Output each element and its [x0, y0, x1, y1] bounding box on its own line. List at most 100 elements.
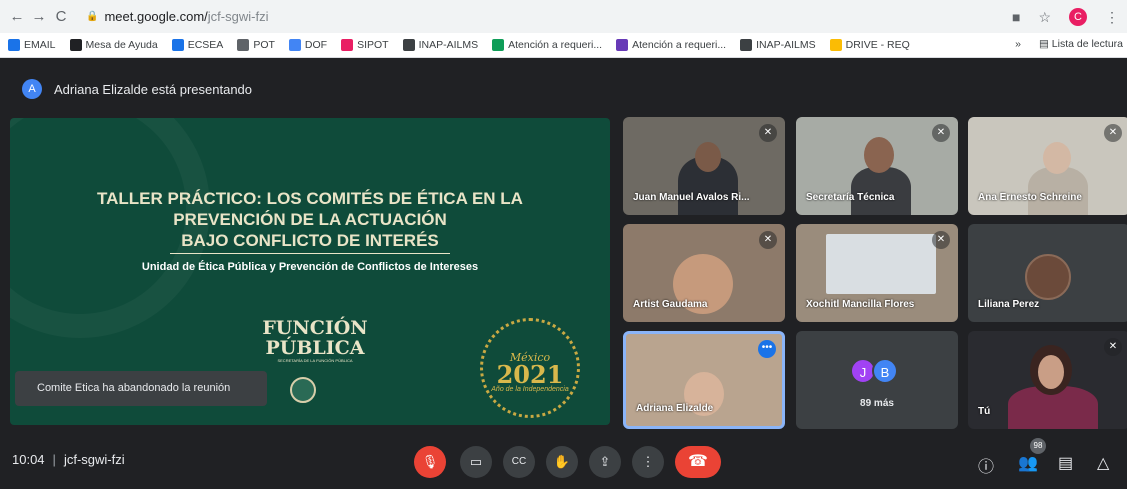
participant-name: Juan Manuel Avalos Ri...	[633, 192, 750, 203]
bookmark-icon	[341, 39, 354, 51]
bookmark-label: Atención a requeri...	[508, 39, 603, 51]
slide-divider	[170, 253, 450, 254]
meeting-time: 10:04	[12, 452, 45, 467]
bookmark-item[interactable]: DOF	[288, 39, 328, 51]
info-icon[interactable]: ⓘ	[978, 453, 994, 477]
participant-bubbles: J B	[850, 358, 898, 384]
participant-head	[1043, 142, 1071, 174]
menu-icon[interactable]: ⋮	[1105, 9, 1119, 26]
present-button[interactable]: ⇪	[589, 446, 621, 478]
presenter-avatar: A	[22, 79, 42, 99]
bookmark-icon	[8, 39, 20, 51]
mic-off-icon: ✕	[759, 124, 777, 142]
captions-button[interactable]: CC	[503, 446, 535, 478]
bookmark-icon	[402, 39, 415, 51]
people-count-badge: 98	[1030, 438, 1046, 454]
people-icon[interactable]: 👥	[1018, 453, 1038, 473]
bookmark-item[interactable]: Atención a requeri...	[616, 39, 726, 51]
participant-name: Adriana Elizalde	[636, 403, 714, 414]
lock-icon: 🔒	[86, 11, 99, 22]
raise-hand-button[interactable]: ✋	[546, 446, 578, 478]
participant-name: Tú	[978, 406, 991, 417]
mic-off-icon: ✕	[932, 124, 950, 142]
bookmark-label: INAP-AILMS	[418, 39, 479, 51]
more-options-icon[interactable]: •••	[758, 340, 776, 358]
bookmark-label: DRIVE - REQ	[845, 39, 910, 51]
more-participants-label: 89 más	[860, 398, 894, 409]
forward-icon[interactable]: →	[28, 8, 50, 25]
meeting-separator: |	[52, 452, 56, 467]
camera-button[interactable]: ▭	[460, 446, 492, 478]
back-icon[interactable]: ←	[6, 8, 28, 25]
slide-title-line: BAJO CONFLICTO DE INTERÉS	[181, 231, 439, 250]
activities-icon[interactable]: △	[1097, 453, 1109, 473]
bookmark-icon	[740, 39, 753, 51]
mexico-2021-badge: México 2021 Año de la Independencia	[480, 318, 580, 418]
participant-photo	[851, 167, 911, 215]
participant-tile[interactable]: ✕ Xochitl Mancilla Flores	[796, 224, 958, 322]
mic-off-icon: ✕	[1104, 338, 1122, 356]
self-face	[1038, 355, 1064, 389]
self-tile[interactable]: ✕ Tú	[968, 331, 1127, 429]
end-call-button[interactable]: ☎	[675, 446, 721, 478]
reload-icon[interactable]: C	[50, 8, 72, 25]
logo-line2: PÚBLICA	[265, 337, 365, 359]
bookmark-label: SIPOT	[357, 39, 389, 51]
camera-icon[interactable]: ■	[1012, 9, 1020, 25]
bookmarks-overflow-button[interactable]: »	[1015, 38, 1021, 50]
participant-tile[interactable]: ••• Adriana Elizalde	[623, 331, 785, 429]
participant-tile[interactable]: ✕ Ana Ernesto Schreine	[968, 117, 1127, 215]
bookmark-label: INAP-AILMS	[756, 39, 816, 51]
notification-toast: Comite Etica ha abandonado la reunión	[15, 371, 267, 406]
bookmark-item[interactable]: Atención a requeri...	[492, 39, 602, 51]
url-path: jcf-sgwi-fzi	[207, 9, 269, 24]
bookmark-label: Mesa de Ayuda	[85, 39, 158, 51]
bookmark-label: EMAIL	[24, 39, 56, 51]
bookmark-item[interactable]: INAP-AILMS	[402, 39, 479, 51]
bookmark-item[interactable]: POT	[237, 39, 275, 51]
star-icon[interactable]: ☆	[1038, 9, 1051, 26]
participant-tile[interactable]: ✕ Artist Gaudama	[623, 224, 785, 322]
participant-tile[interactable]: ✕ Secretaría Técnica	[796, 117, 958, 215]
participant-name: Liliana Perez	[978, 299, 1040, 310]
more-options-button[interactable]: ⋮	[632, 446, 664, 478]
presenter-bar: A Adriana Elizalde está presentando	[0, 72, 1127, 106]
browser-toolbar: ← → C 🔒 meet.google.com/jcf-sgwi-fzi ■ ☆…	[0, 0, 1127, 33]
profile-avatar[interactable]: C	[1069, 8, 1087, 26]
mic-off-button[interactable]: 🎙	[414, 446, 446, 478]
mic-off-icon: ✕	[759, 231, 777, 249]
bookmark-label: ECSEA	[187, 39, 224, 51]
seal-icon	[290, 377, 316, 403]
bubble-avatar: B	[872, 358, 898, 384]
participant-name: Ana Ernesto Schreine	[978, 192, 1082, 203]
participant-photo	[1028, 167, 1088, 215]
bookmark-icon	[69, 39, 82, 51]
participant-name: Secretaría Técnica	[806, 192, 895, 203]
participant-avatar	[1025, 254, 1071, 300]
slide-subtitle: Unidad de Ética Pública y Prevención de …	[141, 261, 479, 273]
participant-head	[695, 142, 721, 172]
bookmark-item[interactable]: INAP-AILMS	[740, 39, 816, 51]
mic-off-icon: ✕	[1104, 124, 1122, 142]
meeting-info: 10:04 | jcf-sgwi-fzi	[12, 452, 125, 467]
participant-tile[interactable]: ✕ Juan Manuel Avalos Ri...	[623, 117, 785, 215]
reading-list-button[interactable]: ▤ Lista de lectura	[1039, 38, 1123, 50]
bookmark-icon	[616, 39, 629, 51]
bookmark-item[interactable]: Mesa de Ayuda	[69, 39, 158, 51]
bookmark-label: POT	[253, 39, 275, 51]
meeting-code: jcf-sgwi-fzi	[63, 452, 125, 467]
participant-name: Xochitl Mancilla Flores	[806, 299, 915, 310]
chat-icon[interactable]: ▤	[1058, 453, 1073, 473]
bookmark-item[interactable]: SIPOT	[341, 39, 389, 51]
bookmark-item[interactable]: DRIVE - REQ	[829, 39, 910, 51]
bookmark-label: DOF	[304, 39, 328, 51]
logo-line1: FUNCIÓN	[262, 317, 368, 339]
bookmark-item[interactable]: ECSEA	[171, 39, 224, 51]
bookmark-item[interactable]: EMAIL	[8, 39, 56, 51]
slide-title-line: TALLER PRÁCTICO: LOS COMITÉS DE ÉTICA EN…	[97, 189, 523, 208]
address-bar[interactable]: 🔒 meet.google.com/jcf-sgwi-fzi	[86, 9, 268, 24]
participant-name: Artist Gaudama	[633, 299, 708, 310]
participant-tile[interactable]: Liliana Perez	[968, 224, 1127, 322]
more-participants-tile[interactable]: J B 89 más	[796, 331, 958, 429]
presenter-text: Adriana Elizalde está presentando	[54, 81, 253, 97]
